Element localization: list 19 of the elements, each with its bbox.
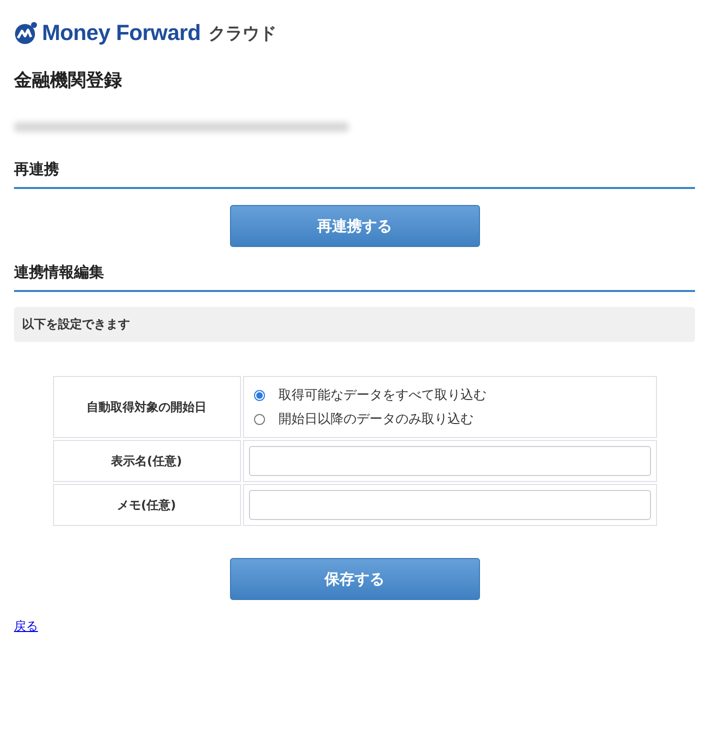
radio-button[interactable]: [254, 414, 264, 424]
field-label: メモ(任意): [52, 484, 240, 526]
input-field[interactable]: [248, 446, 650, 476]
section-heading: 再連携: [14, 160, 695, 189]
input-field[interactable]: [248, 490, 650, 520]
radio-label: 開始日以降のデータのみ取り込む: [278, 411, 474, 428]
section-heading: 連携情報編集: [14, 263, 695, 292]
radio-label: 取得可能なデータをすべて取り込む: [278, 387, 486, 404]
brand-name: Money Forward: [42, 20, 201, 46]
field-label: 自動取得対象の開始日: [52, 376, 240, 438]
field-label: 表示名(任意): [52, 440, 240, 482]
relink-button[interactable]: 再連携する: [230, 205, 480, 247]
page-title: 金融機関登録: [14, 69, 123, 92]
save-button[interactable]: 保存する: [230, 558, 480, 600]
info-note: 以下を設定できます: [14, 307, 695, 342]
logo-icon: [14, 21, 38, 45]
back-link[interactable]: 戻る: [14, 618, 38, 635]
product-name: クラウド: [208, 22, 277, 44]
radio-button[interactable]: [254, 390, 264, 400]
